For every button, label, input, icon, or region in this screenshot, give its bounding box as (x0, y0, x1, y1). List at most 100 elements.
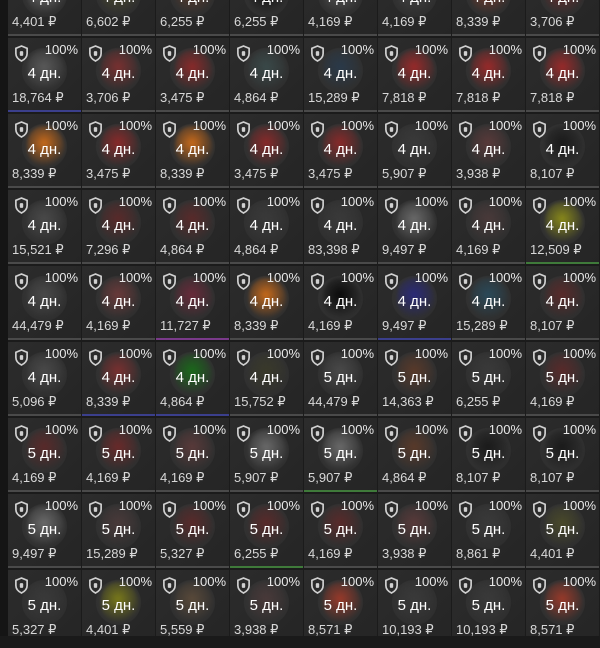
shield-icon (236, 425, 251, 442)
inventory-item[interactable]: 100% 4 дн. 3,475 ₽ (82, 114, 155, 188)
shield-icon (532, 577, 547, 594)
inventory-item[interactable]: 100% 5 дн. 9,497 ₽ (8, 494, 81, 568)
inventory-item[interactable]: 100% 5 дн. 5,559 ₽ (156, 570, 229, 644)
item-price: 3,706 ₽ (86, 90, 131, 105)
inventory-item[interactable]: 100% 5 дн. 10,193 ₽ (452, 570, 525, 644)
inventory-item[interactable]: 100% 4 дн. 3,475 ₽ (304, 114, 377, 188)
inventory-item[interactable]: 100% 4 дн. 5,907 ₽ (378, 114, 451, 188)
shield-icon (310, 273, 325, 290)
inventory-item[interactable]: 100% 4 дн. 4,864 ₽ (156, 342, 229, 416)
inventory-item[interactable]: 100% 5 дн. 4,169 ₽ (156, 418, 229, 492)
inventory-item[interactable]: 100% 5 дн. 5,327 ₽ (8, 570, 81, 644)
inventory-item[interactable]: 100% 5 дн. 3,938 ₽ (378, 494, 451, 568)
inventory-item[interactable]: 100% 4 дн. 7,818 ₽ (378, 38, 451, 112)
shield-icon (458, 501, 473, 518)
inventory-item[interactable]: 4 дн. 4,401 ₽ (8, 0, 81, 36)
inventory-item[interactable]: 100% 4 дн. 15,289 ₽ (304, 38, 377, 112)
inventory-item[interactable]: 100% 4 дн. 3,475 ₽ (156, 38, 229, 112)
inventory-item[interactable]: 4 дн. 6,602 ₽ (82, 0, 155, 36)
inventory-item[interactable]: 4 дн. 6,255 ₽ (156, 0, 229, 36)
inventory-item[interactable]: 100% 5 дн. 3,938 ₽ (230, 570, 303, 644)
inventory-item[interactable]: 100% 4 дн. 7,818 ₽ (452, 38, 525, 112)
inventory-item[interactable]: 100% 4 дн. 12,509 ₽ (526, 190, 599, 264)
shield-icon (384, 273, 399, 290)
item-days: 4 дн. (397, 65, 432, 82)
inventory-item[interactable]: 100% 5 дн. 8,107 ₽ (452, 418, 525, 492)
item-percent: 100% (192, 270, 226, 285)
inventory-item[interactable]: 100% 4 дн. 8,339 ₽ (8, 114, 81, 188)
item-price: 12,509 ₽ (530, 242, 582, 257)
inventory-item[interactable]: 100% 5 дн. 14,363 ₽ (378, 342, 451, 416)
inventory-item[interactable]: 4 дн. 8,339 ₽ (452, 0, 525, 36)
item-price: 83,398 ₽ (308, 242, 360, 257)
inventory-item[interactable]: 100% 4 дн. 8,339 ₽ (156, 114, 229, 188)
item-days: 5 дн. (471, 521, 506, 538)
inventory-item[interactable]: 100% 4 дн. 4,169 ₽ (452, 190, 525, 264)
inventory-item[interactable]: 100% 5 дн. 6,255 ₽ (230, 494, 303, 568)
item-days: 4 дн. (249, 65, 284, 82)
inventory-item[interactable]: 100% 4 дн. 4,169 ₽ (304, 266, 377, 340)
inventory-item[interactable]: 100% 5 дн. 8,107 ₽ (526, 418, 599, 492)
inventory-item[interactable]: 100% 5 дн. 5,907 ₽ (304, 418, 377, 492)
item-days: 5 дн. (101, 445, 136, 462)
inventory-item[interactable]: 100% 5 дн. 44,479 ₽ (304, 342, 377, 416)
item-days: 4 дн. (175, 217, 210, 234)
inventory-item[interactable]: 100% 4 дн. 7,818 ₽ (526, 38, 599, 112)
inventory-item[interactable]: 100% 4 дн. 8,107 ₽ (526, 114, 599, 188)
inventory-item[interactable]: 4 дн. 3,706 ₽ (526, 0, 599, 36)
inventory-item[interactable]: 100% 5 дн. 5,327 ₽ (156, 494, 229, 568)
inventory-item[interactable]: 100% 4 дн. 15,289 ₽ (452, 266, 525, 340)
inventory-item[interactable]: 100% 5 дн. 4,169 ₽ (526, 342, 599, 416)
inventory-item[interactable]: 100% 5 дн. 4,401 ₽ (526, 494, 599, 568)
shield-icon (532, 197, 547, 214)
inventory-item[interactable]: 100% 4 дн. 5,096 ₽ (8, 342, 81, 416)
inventory-item[interactable]: 100% 5 дн. 4,169 ₽ (8, 418, 81, 492)
inventory-item[interactable]: 100% 4 дн. 4,864 ₽ (230, 190, 303, 264)
inventory-item[interactable]: 100% 4 дн. 15,752 ₽ (230, 342, 303, 416)
inventory-item[interactable]: 100% 5 дн. 4,864 ₽ (378, 418, 451, 492)
inventory-item[interactable]: 100% 4 дн. 8,339 ₽ (230, 266, 303, 340)
inventory-item[interactable]: 100% 4 дн. 4,169 ₽ (82, 266, 155, 340)
inventory-item[interactable]: 100% 5 дн. 5,907 ₽ (230, 418, 303, 492)
inventory-item[interactable]: 4 дн. 4,169 ₽ (378, 0, 451, 36)
inventory-item[interactable]: 100% 5 дн. 4,401 ₽ (82, 570, 155, 644)
inventory-item[interactable]: 100% 5 дн. 10,193 ₽ (378, 570, 451, 644)
inventory-item[interactable]: 100% 4 дн. 3,706 ₽ (82, 38, 155, 112)
inventory-item[interactable]: 100% 4 дн. 9,497 ₽ (378, 266, 451, 340)
inventory-item[interactable]: 4 дн. 4,169 ₽ (304, 0, 377, 36)
item-percent: 100% (192, 346, 226, 361)
inventory-item[interactable]: 100% 4 дн. 8,339 ₽ (82, 342, 155, 416)
item-days: 4 дн. (27, 217, 62, 234)
inventory-item[interactable]: 100% 4 дн. 4,864 ₽ (230, 38, 303, 112)
item-days: 5 дн. (397, 445, 432, 462)
inventory-item[interactable]: 100% 4 дн. 4,864 ₽ (156, 190, 229, 264)
inventory-item[interactable]: 100% 5 дн. 4,169 ₽ (82, 418, 155, 492)
inventory-item[interactable]: 4 дн. 6,255 ₽ (230, 0, 303, 36)
inventory-item[interactable]: 100% 5 дн. 15,289 ₽ (82, 494, 155, 568)
inventory-item[interactable]: 100% 4 дн. 18,764 ₽ (8, 38, 81, 112)
item-percent: 100% (562, 270, 596, 285)
inventory-item[interactable]: 100% 5 дн. 4,169 ₽ (304, 494, 377, 568)
inventory-item[interactable]: 100% 5 дн. 8,571 ₽ (304, 570, 377, 644)
inventory-item[interactable]: 100% 4 дн. 83,398 ₽ (304, 190, 377, 264)
inventory-item[interactable]: 100% 4 дн. 9,497 ₽ (378, 190, 451, 264)
left-edge-panel (0, 0, 8, 648)
inventory-item[interactable]: 100% 5 дн. 8,861 ₽ (452, 494, 525, 568)
item-price: 3,475 ₽ (234, 166, 279, 181)
inventory-item[interactable]: 100% 4 дн. 7,296 ₽ (82, 190, 155, 264)
shield-icon (532, 121, 547, 138)
inventory-item[interactable]: 100% 5 дн. 8,571 ₽ (526, 570, 599, 644)
inventory-item[interactable]: 100% 4 дн. 11,727 ₽ (156, 266, 229, 340)
inventory-item[interactable]: 100% 5 дн. 6,255 ₽ (452, 342, 525, 416)
item-price: 4,401 ₽ (12, 14, 57, 29)
inventory-item[interactable]: 100% 4 дн. 15,521 ₽ (8, 190, 81, 264)
inventory-item[interactable]: 100% 4 дн. 8,107 ₽ (526, 266, 599, 340)
item-percent: 100% (414, 270, 448, 285)
inventory-item[interactable]: 100% 4 дн. 44,479 ₽ (8, 266, 81, 340)
item-price: 18,764 ₽ (12, 90, 64, 105)
inventory-item[interactable]: 100% 4 дн. 3,475 ₽ (230, 114, 303, 188)
item-price: 44,479 ₽ (308, 394, 360, 409)
item-percent: 100% (562, 574, 596, 589)
item-price: 14,363 ₽ (382, 394, 434, 409)
inventory-item[interactable]: 100% 4 дн. 3,938 ₽ (452, 114, 525, 188)
